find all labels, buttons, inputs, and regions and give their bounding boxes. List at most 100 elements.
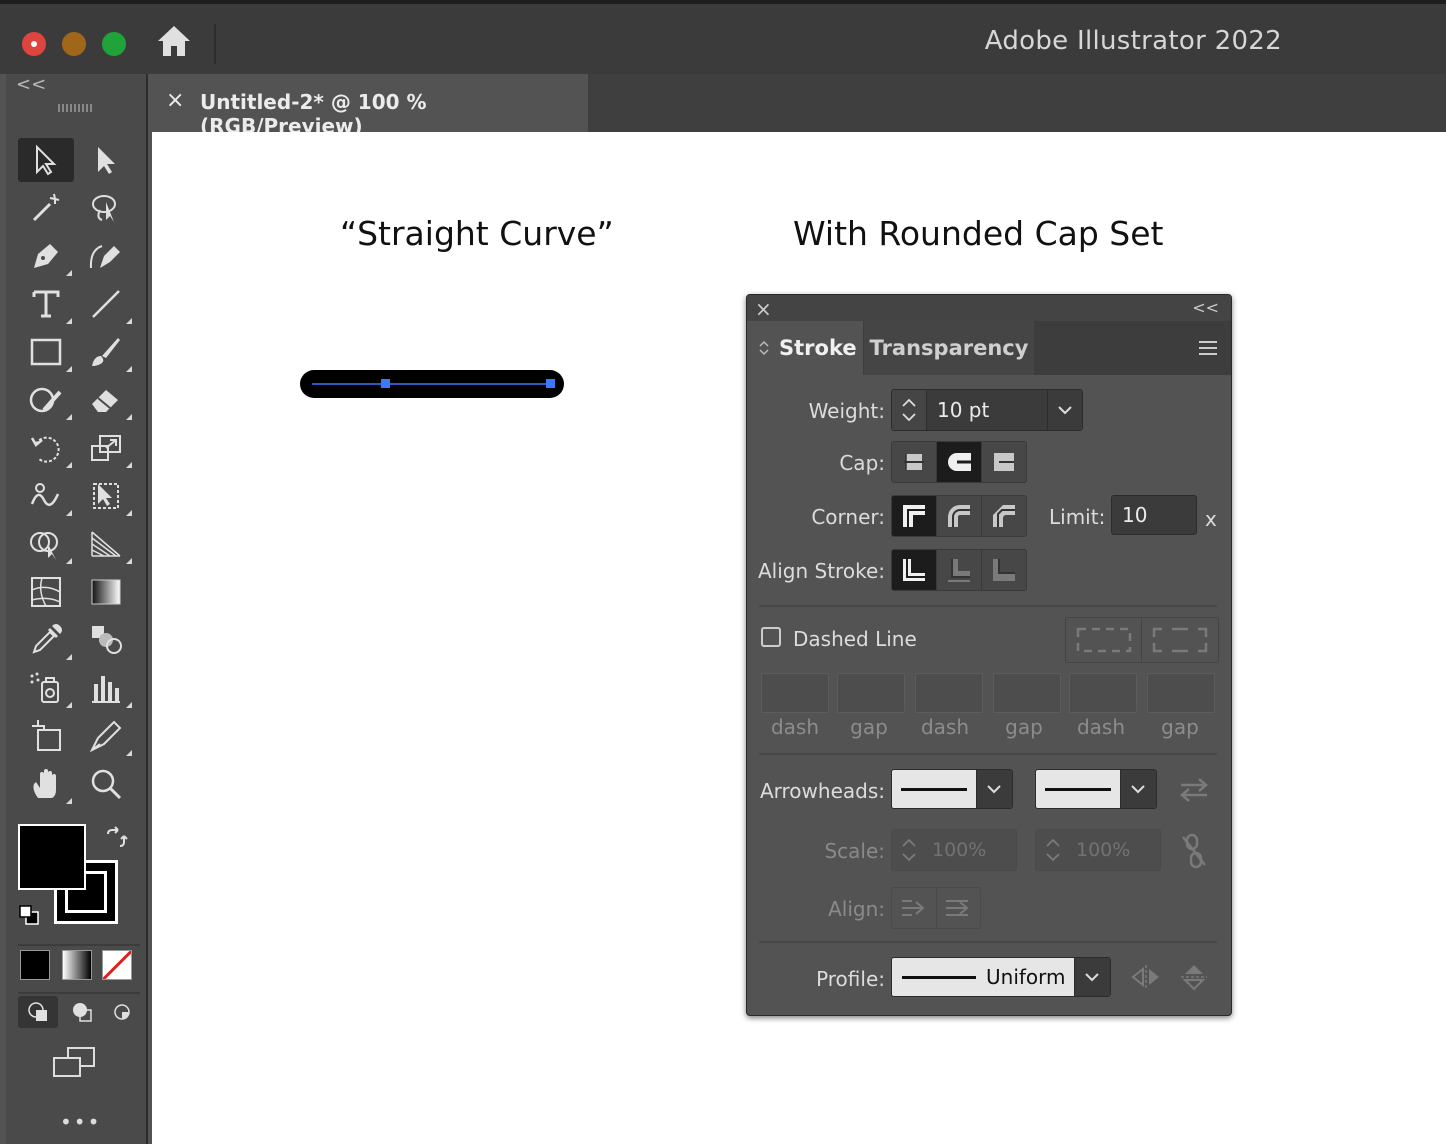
butt-cap-button[interactable] <box>892 442 937 482</box>
close-window-button[interactable] <box>22 32 46 56</box>
free-transform-tool[interactable] <box>78 474 134 518</box>
end-scale-input[interactable]: 100% <box>1070 830 1160 870</box>
paintbrush-tool[interactable] <box>78 330 134 374</box>
end-arrowhead-dropdown[interactable] <box>1035 769 1157 809</box>
dash-align-corners-button[interactable] <box>1142 618 1218 662</box>
perspective-grid-tool[interactable] <box>78 522 134 566</box>
scale-tool[interactable] <box>78 426 134 470</box>
fill-color-swatch[interactable] <box>18 824 86 890</box>
align-stroke-center-button[interactable] <box>892 550 937 590</box>
flip-across-icon[interactable] <box>1179 963 1209 995</box>
tab-transparency[interactable]: Transparency <box>864 321 1034 375</box>
line-segment-tool[interactable] <box>78 282 134 326</box>
gap-3-input[interactable] <box>1147 673 1215 713</box>
limit-unit: x <box>1205 507 1217 531</box>
symbol-sprayer-tool[interactable] <box>18 666 74 710</box>
panel-header[interactable]: × << <box>747 295 1231 321</box>
miter-join-button[interactable] <box>892 496 937 536</box>
artboard-tool[interactable] <box>18 714 74 758</box>
round-join-button[interactable] <box>937 496 982 536</box>
round-cap-button[interactable] <box>937 442 982 482</box>
gradient-mode-button[interactable] <box>62 950 92 980</box>
rectangle-tool[interactable] <box>18 330 74 374</box>
eyedropper-tool[interactable] <box>18 618 74 662</box>
start-scale-input[interactable]: 100% <box>926 830 1016 870</box>
dash-2-input[interactable] <box>915 673 983 713</box>
bevel-join-button[interactable] <box>982 496 1026 536</box>
hand-tool[interactable] <box>18 762 74 806</box>
dash-preserve-button[interactable] <box>1066 618 1142 662</box>
align-stroke-outside-button[interactable] <box>982 550 1026 590</box>
zoom-window-button[interactable] <box>102 32 126 56</box>
collapse-panel-icon[interactable]: << <box>1192 298 1219 317</box>
weight-stepper[interactable] <box>892 390 927 430</box>
lasso-tool[interactable] <box>78 186 134 230</box>
column-graph-tool[interactable] <box>78 666 134 710</box>
mesh-tool[interactable] <box>18 570 74 614</box>
swap-fill-stroke-icon[interactable] <box>104 826 128 854</box>
arrow-extend-beyond-button[interactable] <box>892 888 937 928</box>
curvature-tool[interactable] <box>78 234 134 278</box>
blend-tool[interactable] <box>78 618 134 662</box>
screen-mode-icon[interactable] <box>52 1046 98 1084</box>
align-stroke-inside-button[interactable] <box>937 550 982 590</box>
weight-input[interactable]: 10 pt <box>927 390 1047 430</box>
link-scale-icon[interactable] <box>1179 833 1209 873</box>
panel-menu-icon[interactable] <box>1197 339 1219 361</box>
column-graph-icon <box>92 676 120 703</box>
edit-toolbar-button[interactable]: ••• <box>60 1110 101 1134</box>
cap-buttons <box>891 441 1027 483</box>
close-tab-icon[interactable]: × <box>166 88 184 113</box>
swap-arrowheads-icon[interactable] <box>1179 777 1209 807</box>
none-mode-button[interactable] <box>102 950 132 980</box>
rotate-tool[interactable] <box>18 426 74 470</box>
end-arrowhead-chevron <box>1119 770 1156 808</box>
straight-curve-path[interactable] <box>292 362 572 406</box>
start-scale-stepper[interactable] <box>892 830 926 870</box>
limit-input[interactable]: 10 <box>1111 495 1197 535</box>
flip-along-icon[interactable] <box>1131 963 1161 995</box>
align-center-icon <box>903 559 925 581</box>
close-panel-icon[interactable]: × <box>755 297 772 321</box>
minimize-window-button[interactable] <box>62 32 86 56</box>
zoom-tool[interactable] <box>78 762 134 806</box>
gap-1-input[interactable] <box>837 673 905 713</box>
eraser-tool[interactable] <box>78 378 134 422</box>
start-arrowhead-dropdown[interactable] <box>891 769 1013 809</box>
shaper-tool[interactable] <box>18 378 74 422</box>
slice-tool[interactable] <box>78 714 134 758</box>
dash-alignment-buttons <box>1065 617 1219 663</box>
dash-1-input[interactable] <box>761 673 829 713</box>
scale-icon <box>91 435 121 461</box>
tab-stroke-label: Stroke <box>779 336 857 360</box>
collapse-toolbar-button[interactable]: << <box>16 74 46 95</box>
gradient-tool[interactable] <box>78 570 134 614</box>
tab-stroke[interactable]: Stroke <box>747 321 863 375</box>
profile-dropdown[interactable]: Uniform <box>891 957 1111 997</box>
toolbar-grip[interactable] <box>58 104 94 112</box>
draw-inside-button[interactable] <box>102 996 142 1028</box>
warp-tool[interactable] <box>18 474 74 518</box>
direct-selection-tool[interactable] <box>78 138 134 182</box>
default-fill-stroke-icon[interactable] <box>18 904 40 930</box>
draw-behind-button[interactable] <box>62 996 102 1028</box>
document-tab-bar: × Untitled-2* @ 100 % (RGB/Preview) <box>152 74 1446 138</box>
arrow-place-at-end-button[interactable] <box>937 888 981 928</box>
end-scale-stepper[interactable] <box>1036 830 1070 870</box>
projecting-cap-button[interactable] <box>982 442 1026 482</box>
type-tool[interactable] <box>18 282 74 326</box>
home-icon[interactable] <box>156 24 192 62</box>
dash-3-input[interactable] <box>1069 673 1137 713</box>
magic-wand-tool[interactable] <box>18 186 74 230</box>
color-mode-button[interactable] <box>20 950 50 980</box>
dash-3-label: dash <box>1076 715 1126 739</box>
draw-normal-button[interactable] <box>18 996 58 1028</box>
document-tab[interactable]: × Untitled-2* @ 100 % (RGB/Preview) <box>152 74 588 138</box>
dashed-line-checkbox[interactable] <box>761 627 781 647</box>
pen-tool[interactable] <box>18 234 74 278</box>
selection-tool[interactable] <box>18 138 74 182</box>
weight-dropdown[interactable] <box>1047 390 1082 430</box>
gap-2-input[interactable] <box>993 673 1061 713</box>
shape-builder-tool[interactable] <box>18 522 74 566</box>
chevron-down-icon <box>1085 973 1099 982</box>
